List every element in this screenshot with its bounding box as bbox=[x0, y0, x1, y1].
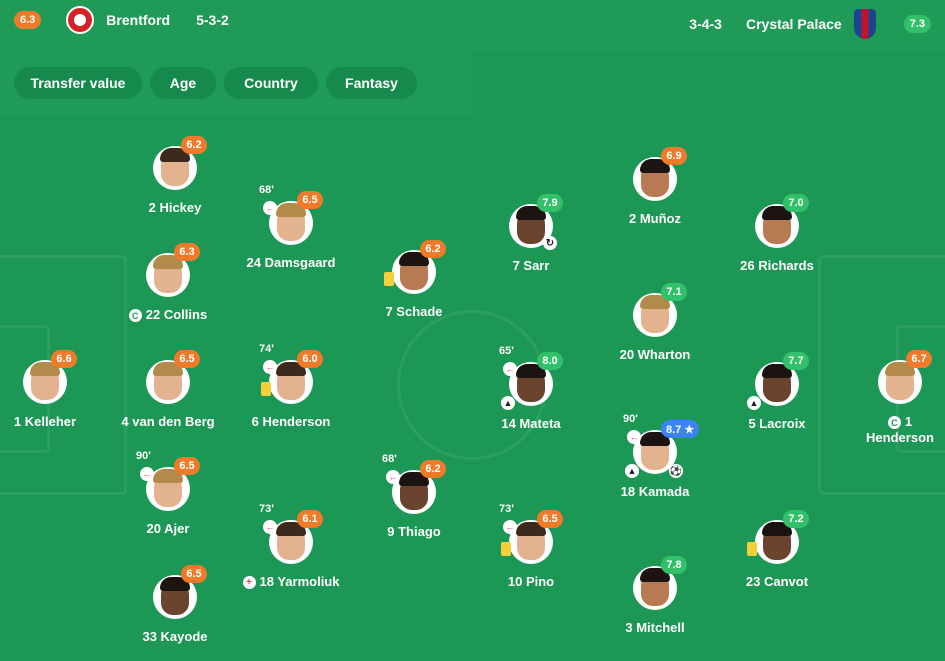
sub-minute: 73' bbox=[259, 503, 274, 515]
player-name: 3 Mitchell bbox=[625, 620, 685, 635]
player-rating: 6.1 bbox=[297, 510, 323, 528]
substitution-off-icon: ← bbox=[386, 470, 400, 484]
player-name: 24 Damsgaard bbox=[246, 255, 336, 270]
brentford-crest-icon bbox=[66, 6, 95, 34]
player-name: 2 Hickey bbox=[148, 200, 202, 215]
injury-icon: + bbox=[242, 576, 256, 590]
player-name: 2 Muñoz bbox=[629, 211, 681, 226]
player-rating: 6.3 bbox=[174, 243, 200, 261]
player-rating: 6.6 bbox=[51, 350, 77, 368]
player-rating: 6.2 bbox=[420, 460, 446, 478]
goal-ball-icon: ⚽ bbox=[669, 464, 683, 478]
substitution-off-icon: ← bbox=[263, 201, 277, 215]
player-name: 23 Canvot bbox=[745, 574, 809, 589]
player-rating: 6.7 bbox=[906, 350, 932, 368]
substitution-in-icon: ↻ bbox=[543, 236, 557, 250]
captain-icon: C bbox=[887, 416, 901, 430]
yellow-card-icon bbox=[384, 272, 394, 286]
sub-minute: 68' bbox=[259, 184, 274, 196]
player-name-text: 18 Yarmoliuk bbox=[259, 574, 340, 589]
substitution-off-icon: ← bbox=[503, 362, 517, 376]
player-name-number: 1 bbox=[904, 414, 913, 429]
substitution-off-icon: ← bbox=[140, 467, 154, 481]
player-rating: 6.9 bbox=[661, 147, 687, 165]
player-rating: 6.5 bbox=[174, 457, 200, 475]
substitution-off-icon: ← bbox=[263, 360, 277, 374]
substitution-off-icon: ← bbox=[503, 520, 517, 534]
sub-minute: 90' bbox=[136, 450, 151, 462]
sub-minute: 68' bbox=[382, 453, 397, 465]
player-rating: 7.9 bbox=[537, 194, 563, 212]
sub-minute: 65' bbox=[499, 345, 514, 357]
filter-fantasy[interactable]: Fantasy bbox=[326, 67, 417, 99]
home-team-rating: 6.3 bbox=[14, 11, 42, 29]
home-team-header[interactable]: 6.3 Brentford 5-3-2 bbox=[14, 0, 229, 46]
lineup-view: 6.3 Brentford 5-3-2 3-4-3 Crystal Palace… bbox=[0, 0, 945, 661]
player-name: 18 Kamada bbox=[620, 484, 690, 499]
player-name: 20 Ajer bbox=[146, 521, 190, 536]
player-name: 20 Wharton bbox=[619, 347, 691, 362]
home-formation: 5-3-2 bbox=[196, 12, 229, 28]
player-name-text: Henderson bbox=[866, 430, 934, 445]
player-name: 5 Lacroix bbox=[748, 416, 806, 431]
filter-age[interactable]: Age bbox=[150, 67, 216, 99]
player-name: C 22 Collins bbox=[78, 307, 258, 323]
player-rating: 6.5 bbox=[174, 350, 200, 368]
player-rating: 7.1 bbox=[661, 283, 687, 301]
player-name: +18 Yarmoliuk bbox=[201, 574, 381, 590]
filter-transfer-value[interactable]: Transfer value bbox=[14, 67, 142, 99]
player-of-the-match-rating: 8.7 ★ bbox=[661, 420, 700, 438]
yellow-card-icon bbox=[747, 542, 757, 556]
away-formation: 3-4-3 bbox=[689, 16, 722, 32]
player-rating: 6.2 bbox=[420, 240, 446, 258]
assist-boot-icon: ▲ bbox=[747, 396, 761, 410]
sub-minute: 90' bbox=[623, 413, 638, 425]
player-name: 33 Kayode bbox=[142, 629, 208, 644]
home-team-name: Brentford bbox=[106, 12, 171, 28]
sub-minute: 73' bbox=[499, 503, 514, 515]
captain-icon: C bbox=[128, 309, 142, 323]
player-name-text: 22 Collins bbox=[145, 307, 208, 322]
yellow-card-icon bbox=[501, 542, 511, 556]
away-team-rating: 7.3 bbox=[903, 15, 931, 33]
player-rating: 7.0 bbox=[783, 194, 809, 212]
substitution-off-icon: ← bbox=[627, 430, 641, 444]
player-rating: 7.7 bbox=[783, 352, 809, 370]
assist-boot-icon: ▲ bbox=[625, 464, 639, 478]
away-team-name: Crystal Palace bbox=[745, 16, 842, 32]
player-name: 7 Sarr bbox=[512, 258, 550, 273]
player-rating: 6.5 bbox=[297, 191, 323, 209]
player-rating: 7.2 bbox=[783, 510, 809, 528]
player-name: 7 Schade bbox=[385, 304, 443, 319]
player-name: 6 Henderson bbox=[251, 414, 331, 429]
crystal-palace-crest-icon bbox=[853, 9, 876, 39]
player-rating: 6.0 bbox=[297, 350, 323, 368]
substitution-off-icon: ← bbox=[263, 520, 277, 534]
player-name: 26 Richards bbox=[740, 258, 814, 273]
player-rating: 8.0 bbox=[537, 352, 563, 370]
player-rating: 6.2 bbox=[181, 136, 207, 154]
yellow-card-icon bbox=[261, 382, 271, 396]
player-rating: 7.8 bbox=[661, 556, 687, 574]
match-header: 6.3 Brentford 5-3-2 3-4-3 Crystal Palace… bbox=[0, 0, 945, 52]
player-name: 14 Mateta bbox=[501, 416, 561, 431]
player-rating: 6.5 bbox=[537, 510, 563, 528]
player-name: 10 Pino bbox=[507, 574, 555, 589]
filter-country[interactable]: Country bbox=[224, 67, 318, 99]
sub-minute: 74' bbox=[259, 343, 274, 355]
away-team-header[interactable]: 3-4-3 Crystal Palace 7.3 bbox=[689, 0, 931, 50]
player-name: 9 Thiago bbox=[387, 524, 441, 539]
assist-boot-icon: ▲ bbox=[501, 396, 515, 410]
